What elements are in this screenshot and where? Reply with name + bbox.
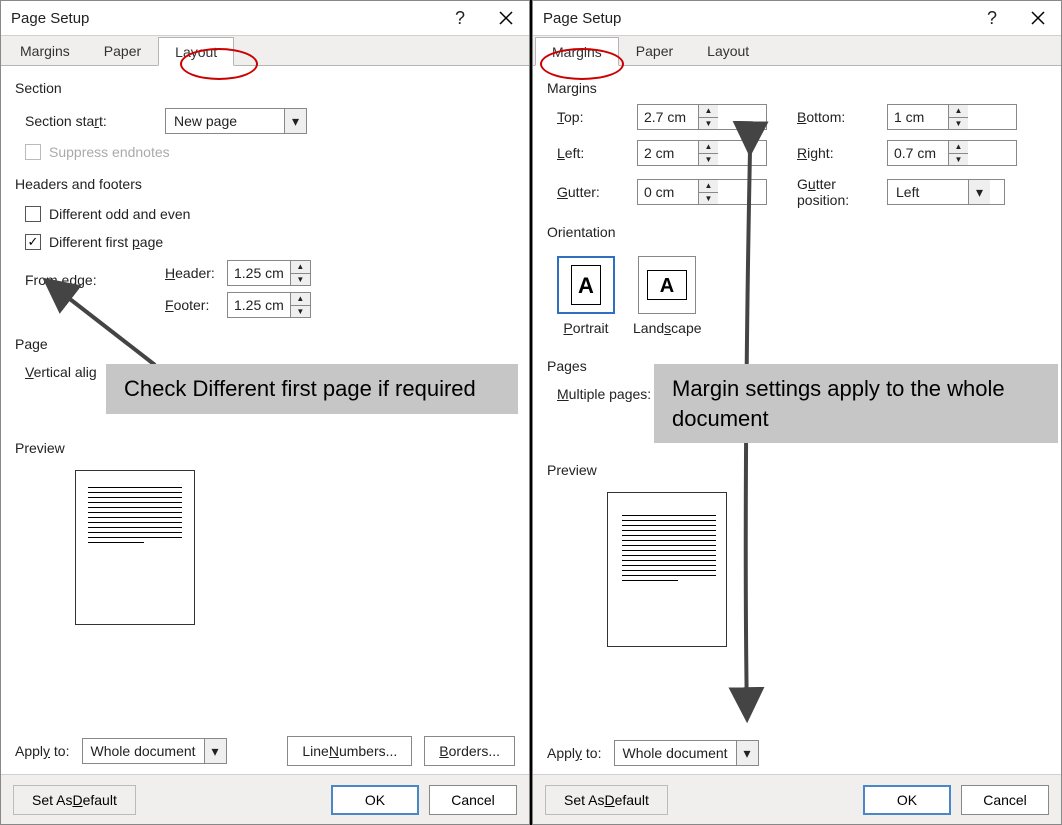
preview-label: Preview xyxy=(15,440,515,456)
cancel-button[interactable]: Cancel xyxy=(429,785,517,815)
line-numbers-button[interactable]: Line Numbers... xyxy=(287,736,412,766)
landscape-label: Landscape xyxy=(633,320,702,336)
chevron-down-icon: ▾ xyxy=(968,180,990,204)
portrait-label: Portrait xyxy=(563,320,608,336)
annotation-callout-right: Margin settings apply to the whole docum… xyxy=(654,364,1058,443)
dialog-title: Page Setup xyxy=(543,10,621,27)
dialog-footer: Set As Default OK Cancel xyxy=(533,774,1061,824)
orientation-label: Orientation xyxy=(547,224,1047,240)
gutter-position-label: Gutter position: xyxy=(767,176,887,208)
annotation-circle-layout-tab xyxy=(180,48,258,80)
down-arrow-icon[interactable]: ▼ xyxy=(291,274,310,286)
apply-to-label: Apply to: xyxy=(547,745,602,761)
chevron-down-icon: ▾ xyxy=(736,741,758,765)
up-arrow-icon[interactable]: ▲ xyxy=(291,293,310,306)
section-start-combo[interactable]: New page ▾ xyxy=(165,108,307,134)
tab-paper[interactable]: Paper xyxy=(87,36,158,65)
apply-to-label: Apply to: xyxy=(15,743,70,759)
bottom-spin[interactable]: 1 cm ▲▼ xyxy=(887,104,1017,130)
close-button[interactable] xyxy=(1015,1,1061,35)
chevron-down-icon: ▾ xyxy=(284,109,306,133)
set-as-default-button[interactable]: Set As Default xyxy=(13,785,136,815)
up-arrow-icon[interactable]: ▲ xyxy=(949,141,968,154)
multiple-pages-label: Multiple pages: xyxy=(547,386,667,402)
help-button[interactable]: ? xyxy=(969,1,1015,35)
header-spin[interactable]: 1.25 cm ▲▼ xyxy=(227,260,311,286)
top-label: Top: xyxy=(557,109,637,125)
landscape-button[interactable]: A xyxy=(638,256,696,314)
different-first-page-label: Different first page xyxy=(49,234,163,250)
suppress-endnotes-label: Suppress endnotes xyxy=(49,144,170,160)
footer-spin[interactable]: 1.25 cm ▲▼ xyxy=(227,292,311,318)
set-as-default-button[interactable]: Set As Default xyxy=(545,785,668,815)
gutter-label: Gutter: xyxy=(557,184,637,200)
titlebar: Page Setup ? xyxy=(533,1,1061,35)
tab-layout[interactable]: Layout xyxy=(690,36,766,65)
dialog-footer: Set As Default OK Cancel xyxy=(1,774,529,824)
ok-button[interactable]: OK xyxy=(331,785,419,815)
down-arrow-icon[interactable]: ▼ xyxy=(949,118,968,130)
page-group-label: Page xyxy=(15,336,515,352)
ok-button[interactable]: OK xyxy=(863,785,951,815)
help-button[interactable]: ? xyxy=(437,1,483,35)
top-spin[interactable]: 2.7 cm ▲▼ xyxy=(637,104,767,130)
from-edge-label: From edge: xyxy=(15,260,165,288)
dialog-title: Page Setup xyxy=(11,10,89,27)
annotation-callout-left: Check Different first page if required xyxy=(106,364,518,414)
bottom-label: Bottom: xyxy=(767,109,887,125)
gutter-position-combo[interactable]: Left ▾ xyxy=(887,179,1005,205)
different-odd-even-label: Different odd and even xyxy=(49,206,190,222)
dialog-body: Section Section start: New page ▾ Suppre… xyxy=(1,65,529,774)
down-arrow-icon[interactable]: ▼ xyxy=(699,154,718,166)
preview-pane xyxy=(75,470,195,625)
section-group-label: Section xyxy=(15,80,515,96)
svg-text:A: A xyxy=(578,273,594,298)
down-arrow-icon[interactable]: ▼ xyxy=(291,306,310,318)
cancel-button[interactable]: Cancel xyxy=(961,785,1049,815)
portrait-button[interactable]: A xyxy=(557,256,615,314)
apply-to-combo[interactable]: Whole document ▾ xyxy=(614,740,759,766)
right-label: Right: xyxy=(767,145,887,161)
preview-label: Preview xyxy=(547,462,1047,478)
gutter-spin[interactable]: 0 cm ▲▼ xyxy=(637,179,767,205)
close-button[interactable] xyxy=(483,1,529,35)
margins-group-label: Margins xyxy=(547,80,1047,96)
different-first-page-checkbox[interactable] xyxy=(25,234,41,250)
preview-pane xyxy=(607,492,727,647)
down-arrow-icon[interactable]: ▼ xyxy=(949,154,968,166)
apply-to-combo[interactable]: Whole document ▾ xyxy=(82,738,227,764)
headers-group-label: Headers and footers xyxy=(15,176,515,192)
annotation-circle-margins-tab xyxy=(540,48,624,80)
up-arrow-icon[interactable]: ▲ xyxy=(699,180,718,193)
section-start-label: Section start: xyxy=(15,113,165,129)
up-arrow-icon[interactable]: ▲ xyxy=(699,105,718,118)
tab-paper[interactable]: Paper xyxy=(619,36,690,65)
different-odd-even-checkbox[interactable] xyxy=(25,206,41,222)
up-arrow-icon[interactable]: ▲ xyxy=(291,261,310,274)
up-arrow-icon[interactable]: ▲ xyxy=(699,141,718,154)
tab-row: Margins Paper Layout xyxy=(1,35,529,65)
left-spin[interactable]: 2 cm ▲▼ xyxy=(637,140,767,166)
borders-button[interactable]: Borders... xyxy=(424,736,515,766)
suppress-endnotes-checkbox xyxy=(25,144,41,160)
up-arrow-icon[interactable]: ▲ xyxy=(949,105,968,118)
right-spin[interactable]: 0.7 cm ▲▼ xyxy=(887,140,1017,166)
chevron-down-icon: ▾ xyxy=(204,739,226,763)
down-arrow-icon[interactable]: ▼ xyxy=(699,193,718,205)
svg-text:A: A xyxy=(660,275,674,297)
footer-label: Footer: xyxy=(165,297,227,313)
down-arrow-icon[interactable]: ▼ xyxy=(699,118,718,130)
left-label: Left: xyxy=(557,145,637,161)
titlebar: Page Setup ? xyxy=(1,1,529,35)
tab-margins[interactable]: Margins xyxy=(3,36,87,65)
header-label: Header: xyxy=(165,265,227,281)
